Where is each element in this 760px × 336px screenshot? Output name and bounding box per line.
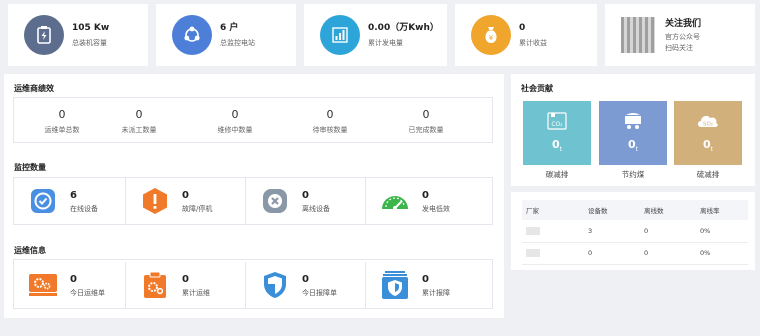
performance-box: 0 运维单总数 0 未派工数量 0 维修中数量 0 待审核数量 0 已完成数量 [13, 97, 493, 143]
coal-cart-icon [625, 113, 641, 130]
co2-icon: CO₂ [547, 112, 567, 131]
perf-completed[interactable]: 0 已完成数量 [378, 108, 474, 135]
revenue-label: 累计收益 [519, 39, 547, 47]
monitor-low-efficiency[interactable]: 0 发电低效 [366, 178, 492, 224]
factory-table: 厂家 设备数 离线数 离线率 3 0 0% 0 0 0% [522, 200, 748, 265]
follow-line2: 扫码关注 [665, 43, 693, 52]
stations-label: 总监控电站 [220, 39, 255, 47]
stat-card-revenue: ¥ 0 累计收益 [455, 4, 597, 66]
chart-icon [320, 15, 360, 55]
monitor-online[interactable]: 6 在线设备 [14, 178, 126, 224]
gauge-icon [380, 186, 410, 216]
coal-value: 0 [627, 138, 636, 152]
table-row[interactable]: 3 0 0% [522, 220, 748, 243]
table-row[interactable]: 0 0 0% [522, 242, 748, 265]
check-badge-icon [28, 186, 58, 216]
ops-total-faults[interactable]: 0 累计报障 [366, 262, 492, 308]
perf-pending-review[interactable]: 0 待审核数量 [282, 108, 378, 135]
carbon-label: 碳减排 [545, 170, 569, 179]
clipboard-gear-icon [140, 270, 170, 300]
col-offline: 离线数 [640, 200, 696, 220]
stat-card-generation: 0.00（万Kwh） 累计发电量 [304, 4, 447, 66]
revenue-value: 0 [519, 23, 526, 33]
table-header: 厂家 设备数 离线数 离线率 [522, 200, 748, 220]
money-bag-icon: ¥ [471, 15, 511, 55]
network-icon [172, 15, 212, 55]
capacity-value: 105 Kw [72, 23, 110, 33]
performance-title: 运维商绩效 [14, 84, 54, 93]
generation-value: 0.00（万Kwh） [368, 23, 439, 33]
carbon-value: 0 [551, 138, 560, 152]
redacted-vendor [526, 249, 540, 257]
shield-stack-icon [380, 270, 410, 300]
svg-text:SO₂: SO₂ [703, 122, 713, 128]
vendor-cell [522, 220, 584, 243]
follow-title: 关注我们 [665, 18, 702, 29]
monitor-box: 6 在线设备 0 故障/停机 0 离线设备 0 发电低效 [13, 177, 493, 225]
col-offline-rate: 离线率 [696, 200, 748, 220]
redacted-vendor [526, 226, 540, 235]
perf-undispatched[interactable]: 0 未派工数量 [91, 108, 187, 135]
coal-label: 节约煤 [621, 170, 645, 179]
sulfur-label: 硫减排 [696, 170, 720, 179]
offline-icon [260, 186, 290, 216]
contrib-sulfur[interactable]: SO₂ 0t [674, 101, 742, 165]
ops-total-maintenance[interactable]: 0 累计运维 [126, 262, 246, 308]
svg-text:¥: ¥ [489, 34, 494, 42]
perf-repairing[interactable]: 0 维修中数量 [187, 108, 283, 135]
col-vendor: 厂家 [522, 200, 584, 220]
follow-us-card: 关注我们 官方公众号 扫码关注 [605, 4, 755, 66]
stat-card-stations: 6 户 总监控电站 [156, 4, 296, 66]
battery-icon [24, 15, 64, 55]
so2-cloud-icon: SO₂ [698, 116, 718, 128]
col-devices: 设备数 [584, 200, 640, 220]
qr-code[interactable] [621, 17, 655, 53]
follow-line1: 官方公众号 [665, 32, 700, 41]
ops-today-faults[interactable]: 0 今日报障单 [246, 262, 366, 308]
ops-today-orders[interactable]: 0 今日运维单 [14, 262, 126, 308]
monitor-fault[interactable]: 0 故障/停机 [126, 178, 246, 224]
contrib-carbon[interactable]: CO₂ 0t [523, 101, 591, 165]
monitor-offline[interactable]: 0 离线设备 [246, 178, 366, 224]
capacity-label: 总装机容量 [72, 39, 107, 47]
contrib-coal[interactable]: 0t [599, 101, 667, 165]
sulfur-value: 0 [702, 138, 711, 152]
generation-label: 累计发电量 [368, 39, 403, 47]
svg-text:CO₂: CO₂ [551, 121, 563, 128]
warning-icon [140, 186, 170, 216]
vendor-cell [522, 242, 584, 265]
ops-title: 运维信息 [14, 246, 46, 255]
ops-box: 0 今日运维单 0 累计运维 0 今日报障单 0 累计报障 [13, 259, 493, 309]
shield-icon [260, 270, 290, 300]
stat-card-capacity: 105 Kw 总装机容量 [8, 4, 148, 66]
social-title: 社会贡献 [521, 84, 553, 93]
gears-icon [28, 270, 58, 300]
stations-value: 6 户 [220, 23, 239, 33]
monitor-title: 监控数量 [14, 163, 46, 172]
